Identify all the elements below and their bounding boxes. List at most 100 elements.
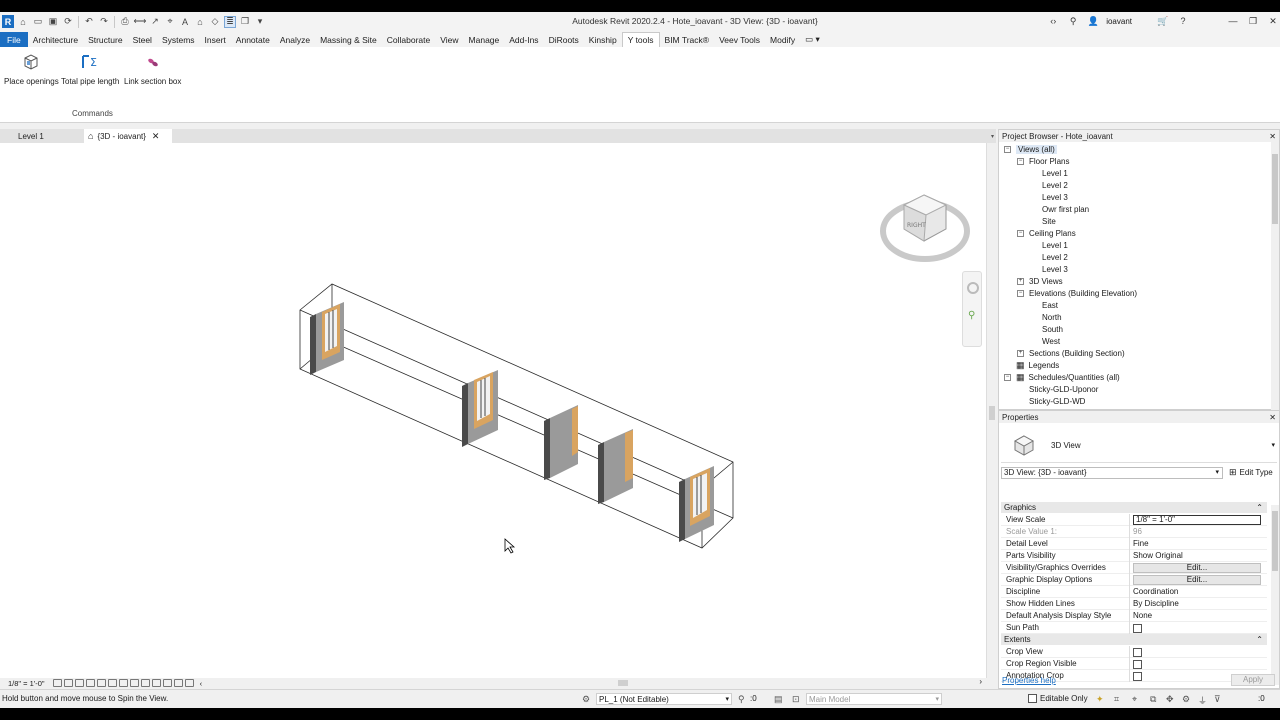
tree-item[interactable]: Level 1 bbox=[1030, 239, 1068, 251]
ribbon-tab-insert[interactable]: Insert bbox=[200, 32, 231, 47]
crop-region-icon[interactable] bbox=[118, 679, 128, 687]
filter-selection-icon[interactable]: ⊽ bbox=[1214, 694, 1224, 704]
filter-icon[interactable]: ⏚ bbox=[1198, 694, 1208, 706]
drag-elements-icon[interactable]: ✥ bbox=[1166, 694, 1176, 704]
tree-item[interactable]: − Floor Plans bbox=[1017, 155, 1069, 167]
project-browser-scrollbar[interactable] bbox=[1271, 142, 1279, 410]
ribbon-tab-analyze[interactable]: Analyze bbox=[275, 32, 315, 47]
ribbon-tab-steel[interactable]: Steel bbox=[128, 32, 157, 47]
property-value[interactable]: Fine bbox=[1133, 539, 1261, 549]
restore-icon[interactable]: ❐ bbox=[1246, 14, 1260, 28]
ribbon-tab-structure[interactable]: Structure bbox=[83, 32, 128, 47]
select-pinned-icon[interactable]: ⌖ bbox=[1132, 694, 1142, 704]
visual-style-icon[interactable] bbox=[63, 679, 73, 687]
tree-item[interactable]: South bbox=[1030, 323, 1063, 335]
ribbon-tab-add-ins[interactable]: Add-Ins bbox=[504, 32, 543, 47]
tree-item[interactable]: − Views (all) bbox=[1004, 143, 1057, 155]
ribbon-tab-manage[interactable]: Manage bbox=[464, 32, 505, 47]
canvas-vertical-scrollbar[interactable] bbox=[986, 143, 997, 678]
collapse-group-icon[interactable]: ⌃ bbox=[1256, 502, 1263, 513]
user-name[interactable]: ioavant bbox=[1106, 17, 1132, 26]
wall-panel-4[interactable] bbox=[598, 429, 633, 504]
background-process-icon[interactable]: ⚙ bbox=[1182, 694, 1192, 704]
select-links-icon[interactable]: ✦ bbox=[1096, 694, 1106, 704]
expand-icon[interactable]: + bbox=[1017, 349, 1024, 357]
property-group-header[interactable]: Extents ⌃ bbox=[1001, 634, 1267, 645]
tree-item[interactable]: North bbox=[1030, 311, 1062, 323]
ribbon-tab-collaborate[interactable]: Collaborate bbox=[382, 32, 435, 47]
type-selector[interactable]: 3D View ▾ bbox=[1001, 425, 1277, 463]
close-icon[interactable]: ✕ bbox=[1269, 413, 1276, 422]
design-option-select[interactable]: Main Model ▾ bbox=[806, 693, 942, 705]
crop-view-icon[interactable] bbox=[107, 679, 117, 687]
tab-level-1[interactable]: Level 1 bbox=[0, 129, 84, 143]
worksharing-icon[interactable] bbox=[173, 679, 183, 687]
minimize-icon[interactable]: — bbox=[1226, 14, 1240, 28]
ribbon-tab-bim-track[interactable]: BIM Track® bbox=[660, 32, 715, 47]
tree-item[interactable]: Site bbox=[1030, 215, 1056, 227]
property-value[interactable]: Coordination bbox=[1133, 587, 1261, 597]
dropdown-arrow-icon[interactable]: ▾ bbox=[1271, 441, 1275, 449]
tree-item[interactable]: Sticky-GLD-WD bbox=[1017, 395, 1085, 407]
worksets-icon[interactable]: ⚙ bbox=[582, 694, 592, 704]
link-section-box-button[interactable]: Link section box bbox=[124, 51, 181, 86]
ribbon-tab-annotate[interactable]: Annotate bbox=[231, 32, 275, 47]
ribbon-tab-kinship[interactable]: Kinship bbox=[584, 32, 622, 47]
properties-scrollbar[interactable] bbox=[1271, 505, 1279, 685]
collapse-icon[interactable]: − bbox=[1017, 157, 1024, 165]
property-group-header[interactable]: Graphics ⌃ bbox=[1001, 502, 1267, 513]
tabs-scroll-icon[interactable]: ▾ bbox=[988, 129, 997, 143]
ribbon-tab-view[interactable]: View bbox=[435, 32, 463, 47]
edit-button[interactable]: Edit... bbox=[1133, 575, 1261, 585]
property-value[interactable]: By Discipline bbox=[1133, 599, 1261, 609]
ribbon-tab-veev-tools[interactable]: Veev Tools bbox=[714, 32, 765, 47]
total-pipe-length-button[interactable]: Σ Total pipe length bbox=[61, 51, 119, 86]
collapse-icon[interactable]: − bbox=[1017, 289, 1024, 297]
collapse-icon[interactable]: − bbox=[1004, 373, 1011, 381]
viewcube[interactable]: RIGHT bbox=[880, 187, 970, 267]
select-underlay-icon[interactable]: ⌗ bbox=[1114, 694, 1124, 704]
ribbon-tab-file[interactable]: File bbox=[0, 32, 28, 47]
tree-item[interactable]: − Ceiling Plans bbox=[1017, 227, 1076, 239]
collapse-group-icon[interactable]: ⌃ bbox=[1256, 634, 1263, 645]
collapse-icon[interactable]: − bbox=[1017, 229, 1024, 237]
tree-item[interactable]: Level 3 bbox=[1030, 191, 1068, 203]
view-scale-label[interactable]: 1/8" = 1'-0" bbox=[8, 679, 45, 688]
tree-item[interactable]: Sticky-GLD-Uponor bbox=[1017, 383, 1098, 395]
tree-item[interactable]: ▦ Legends bbox=[1004, 359, 1059, 371]
temp-properties-icon[interactable] bbox=[162, 679, 172, 687]
property-checkbox[interactable] bbox=[1133, 624, 1142, 633]
property-checkbox[interactable] bbox=[1133, 672, 1142, 681]
wall-panel-2[interactable] bbox=[462, 370, 498, 447]
ribbon-tab-systems[interactable]: Systems bbox=[157, 32, 200, 47]
tab-3d-view[interactable]: ⌂ {3D - ioavant} ✕ bbox=[84, 129, 172, 143]
property-checkbox[interactable] bbox=[1133, 648, 1142, 657]
arrows-icon[interactable]: ‹› bbox=[1046, 14, 1060, 28]
sun-path-icon[interactable] bbox=[74, 679, 84, 687]
collapse-arrow-icon[interactable]: ‹ bbox=[200, 679, 203, 688]
user-icon[interactable]: 👤 bbox=[1086, 14, 1100, 28]
lock-icon[interactable]: ⊡ bbox=[792, 694, 802, 704]
tree-item[interactable]: West bbox=[1030, 335, 1060, 347]
tree-item[interactable]: − Elevations (Building Elevation) bbox=[1017, 287, 1137, 299]
ribbon-tab-y-tools[interactable]: Y tools bbox=[621, 32, 660, 47]
tree-item[interactable]: Level 2 bbox=[1030, 179, 1068, 191]
edit-button[interactable]: Edit... bbox=[1133, 563, 1261, 573]
tree-item[interactable]: + Sections (Building Section) bbox=[1017, 347, 1125, 359]
ribbon-tab-diroots[interactable]: DiRoots bbox=[544, 32, 584, 47]
select-by-face-icon[interactable]: ⧉ bbox=[1150, 694, 1160, 704]
scroll-right-icon[interactable]: › bbox=[979, 677, 982, 686]
filter-icon[interactable]: ⚲ bbox=[738, 694, 748, 704]
temp-hide-icon[interactable] bbox=[140, 679, 150, 687]
wall-panel-1[interactable] bbox=[310, 302, 344, 375]
3d-view-canvas[interactable]: RIGHT ⚲ bbox=[0, 143, 986, 678]
property-value[interactable]: 1/8" = 1'-0" bbox=[1133, 515, 1261, 525]
close-icon[interactable]: ✕ bbox=[1269, 132, 1276, 141]
editable-only-checkbox[interactable] bbox=[1028, 694, 1037, 703]
steering-wheel-icon[interactable] bbox=[967, 282, 979, 294]
wall-panel-5[interactable] bbox=[679, 466, 714, 542]
lock-view-icon[interactable] bbox=[129, 679, 139, 687]
active-workset-select[interactable]: PL_1 (Not Editable) ▾ bbox=[596, 693, 732, 705]
collapse-icon[interactable]: − bbox=[1004, 145, 1011, 153]
apply-button[interactable]: Apply bbox=[1231, 674, 1275, 686]
